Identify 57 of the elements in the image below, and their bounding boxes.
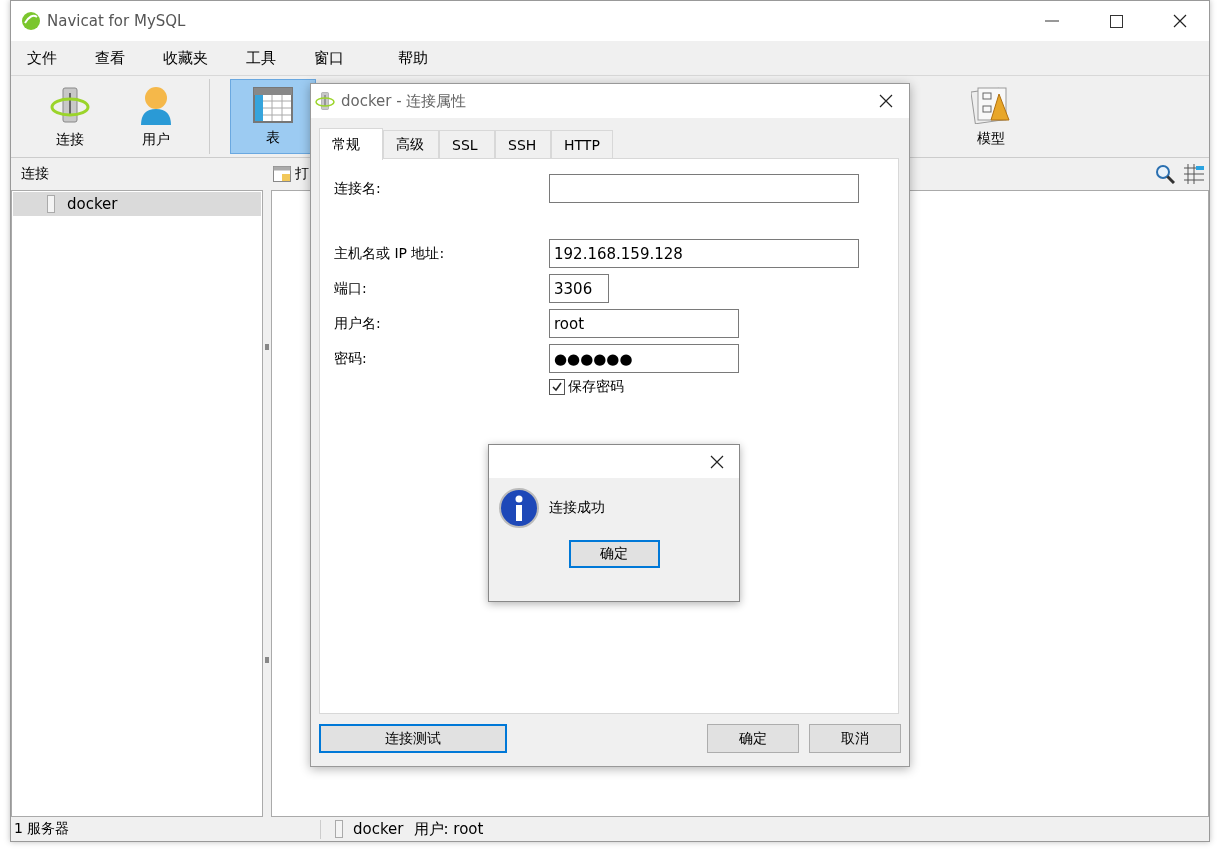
dialog-button[interactable]: 确定 <box>707 724 799 753</box>
menu-item[interactable]: 工具 <box>236 48 286 68</box>
server-icon <box>50 84 90 125</box>
dialog-button[interactable]: 连接测试 <box>319 724 507 753</box>
table-icon <box>273 166 291 182</box>
dialog-button[interactable]: 取消 <box>809 724 901 753</box>
model-icon <box>971 85 1011 124</box>
app-logo-icon <box>21 11 41 31</box>
close-icon <box>879 94 893 108</box>
server-icon <box>335 820 343 838</box>
field-label: 连接名: <box>334 179 382 198</box>
tab[interactable]: SSH <box>495 130 551 158</box>
grid-view-icon[interactable] <box>1183 164 1205 184</box>
field-label: 密码: <box>334 349 368 368</box>
ok-button[interactable]: 确定 <box>568 540 660 568</box>
status-text: docker <box>353 820 404 838</box>
menu-item[interactable]: 收藏夹 <box>153 48 218 68</box>
menu-item[interactable]: 帮助 <box>388 48 438 68</box>
input-field[interactable] <box>549 174 859 203</box>
menu-item[interactable]: 文件 <box>17 48 67 68</box>
checkbox-label: 保存密码 <box>568 378 624 396</box>
toolbar-button[interactable]: 表 <box>230 79 316 154</box>
info-icon <box>499 488 539 528</box>
minimize-icon <box>1045 20 1059 22</box>
message-text: 连接成功 <box>549 499 605 517</box>
input-field[interactable]: 192.168.159.128 <box>549 239 859 268</box>
window-title: Navicat for MySQL <box>47 12 187 30</box>
close-icon <box>710 454 724 469</box>
table-icon <box>253 86 293 123</box>
user-icon <box>138 84 174 125</box>
panel-header: 连接 <box>20 165 50 183</box>
field-label: 端口: <box>334 279 368 298</box>
menu-item[interactable]: 窗口 <box>304 48 354 68</box>
server-icon <box>315 91 335 111</box>
close-icon <box>1173 14 1187 28</box>
input-field[interactable]: 3306 <box>549 274 609 303</box>
field-label: 用户名: <box>334 314 382 333</box>
tab[interactable]: 常规 <box>319 128 383 160</box>
open-table-button[interactable]: 打 <box>273 165 309 183</box>
status-text: 1 服务器 <box>13 820 71 838</box>
search-icon[interactable] <box>1155 164 1175 184</box>
input-field[interactable]: ●●●●●● <box>549 344 739 373</box>
dialog-title: docker - 连接属性 <box>341 91 468 111</box>
menu-item[interactable]: 查看 <box>85 48 135 68</box>
toolbar-button[interactable]: 连接 <box>27 79 113 154</box>
tab[interactable]: SSL <box>439 130 495 158</box>
toolbar-button[interactable]: 模型 <box>948 79 1034 154</box>
input-field[interactable]: root <box>549 309 739 338</box>
toolbar-button[interactable]: 用户 <box>113 79 199 154</box>
connection-item[interactable]: docker <box>13 192 261 216</box>
maximize-icon <box>1109 14 1123 28</box>
status-text: 用户: root <box>413 819 484 839</box>
checkbox[interactable] <box>549 379 565 395</box>
tab[interactable]: 高级 <box>383 130 439 158</box>
server-icon <box>47 195 55 213</box>
tab[interactable]: HTTP <box>551 130 613 158</box>
field-label: 主机名或 IP 地址: <box>334 244 446 263</box>
